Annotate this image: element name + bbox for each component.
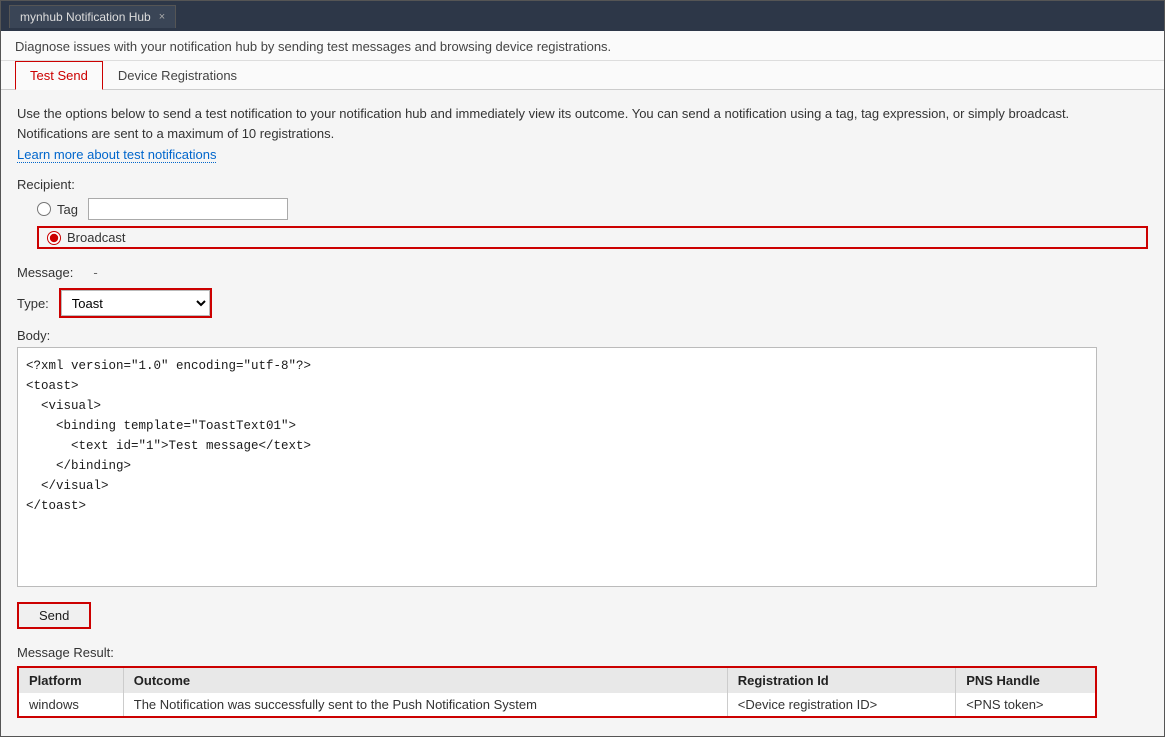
recipient-label: Recipient: [17, 177, 1148, 192]
result-table: Platform Outcome Registration Id PNS Han… [19, 668, 1095, 716]
send-button-wrapper: Send [17, 602, 1148, 629]
info-text: Use the options below to send a test not… [17, 104, 1117, 143]
col-pns-handle: PNS Handle [956, 668, 1095, 693]
message-label: Message: [17, 265, 73, 280]
message-header: Message: - [17, 265, 1148, 280]
type-label: Type: [17, 296, 49, 311]
col-outcome: Outcome [123, 668, 727, 693]
result-section: Message Result: Platform Outcome Registr… [17, 645, 1148, 718]
type-select[interactable]: Toast Silent Notification Raw [61, 290, 210, 316]
body-label: Body: [17, 328, 1148, 343]
message-dash: - [93, 265, 97, 280]
window-tab[interactable]: mynhub Notification Hub × [9, 5, 176, 28]
app-window: mynhub Notification Hub × Diagnose issue… [0, 0, 1165, 737]
cell-pns-handle: <PNS token> [956, 693, 1095, 716]
window-tab-label: mynhub Notification Hub [20, 10, 151, 24]
result-table-header-row: Platform Outcome Registration Id PNS Han… [19, 668, 1095, 693]
tab-test-send[interactable]: Test Send [15, 61, 103, 90]
type-row: Type: Toast Silent Notification Raw [17, 288, 1148, 318]
tabs-bar: Test Send Device Registrations [1, 61, 1164, 90]
main-content: Use the options below to send a test not… [1, 90, 1164, 736]
tag-input[interactable] [88, 198, 288, 220]
broadcast-radio-label: Broadcast [67, 230, 126, 245]
close-icon[interactable]: × [159, 11, 165, 23]
recipient-options: Tag Broadcast [17, 198, 1148, 249]
title-bar: mynhub Notification Hub × [1, 1, 1164, 31]
page-description: Diagnose issues with your notification h… [15, 39, 1150, 60]
cell-registration-id: <Device registration ID> [727, 693, 955, 716]
result-table-row: windows The Notification was successfull… [19, 693, 1095, 716]
send-button[interactable]: Send [17, 602, 91, 629]
tag-radio[interactable] [37, 202, 51, 216]
cell-platform: windows [19, 693, 123, 716]
col-registration-id: Registration Id [727, 668, 955, 693]
broadcast-radio-row: Broadcast [47, 230, 126, 245]
broadcast-box: Broadcast [37, 226, 1148, 249]
message-section: Message: - Type: Toast Silent Notificati… [17, 265, 1148, 590]
type-select-wrapper: Toast Silent Notification Raw [59, 288, 212, 318]
body-textarea[interactable]: <?xml version="1.0" encoding="utf-8"?> <… [17, 347, 1097, 587]
result-table-wrapper: Platform Outcome Registration Id PNS Han… [17, 666, 1097, 718]
col-platform: Platform [19, 668, 123, 693]
tag-radio-row: Tag [37, 198, 1148, 220]
learn-more-link[interactable]: Learn more about test notifications [17, 147, 216, 163]
tag-radio-label: Tag [57, 202, 78, 217]
cell-outcome: The Notification was successfully sent t… [123, 693, 727, 716]
page-header: Diagnose issues with your notification h… [1, 31, 1164, 61]
broadcast-radio[interactable] [47, 231, 61, 245]
result-label: Message Result: [17, 645, 1148, 660]
tab-device-registrations[interactable]: Device Registrations [103, 61, 252, 90]
